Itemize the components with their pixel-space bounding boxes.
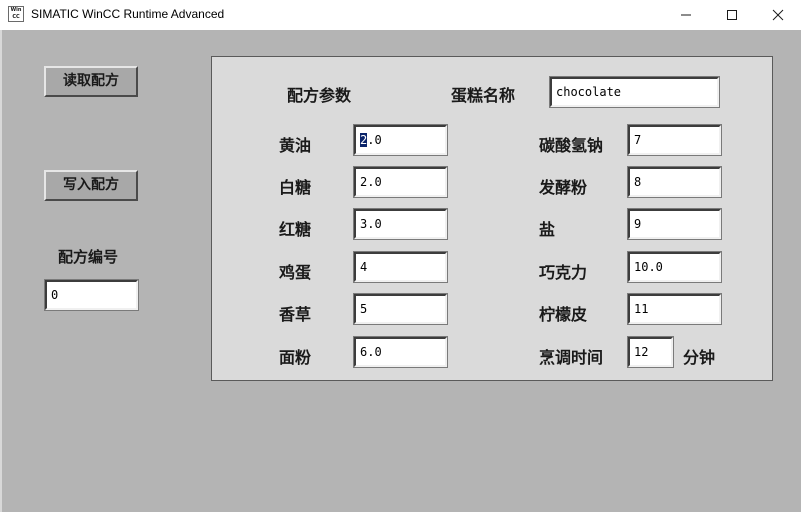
- param-label-chocolate: 巧克力: [539, 263, 588, 282]
- param-label-butter: 黄油: [279, 136, 312, 155]
- param-label-lemon-zest: 柠檬皮: [539, 305, 588, 324]
- title-bar[interactable]: Win CC SIMATIC WinCC Runtime Advanced: [0, 0, 801, 30]
- param-label-brown-sugar: 红糖: [279, 220, 312, 239]
- param-field-eggs[interactable]: 4: [353, 251, 448, 283]
- recipe-params-header: 配方参数: [287, 86, 352, 105]
- param-label-baking-powder: 发酵粉: [539, 178, 588, 197]
- minimize-icon: [681, 14, 691, 16]
- param-label-eggs: 鸡蛋: [279, 263, 312, 282]
- param-field-baking-soda[interactable]: 7: [627, 124, 722, 156]
- read-recipe-button[interactable]: 读取配方: [44, 66, 138, 97]
- param-label-baking-soda: 碳酸氢钠: [539, 136, 604, 155]
- maximize-icon: [727, 10, 737, 20]
- recipe-number-field[interactable]: 0: [44, 279, 139, 311]
- param-field-lemon-zest[interactable]: 11: [627, 293, 722, 325]
- cake-name-field[interactable]: chocolate: [549, 76, 720, 108]
- param-field-butter[interactable]: 2.0: [353, 124, 448, 156]
- param-field-chocolate[interactable]: 10.0: [627, 251, 722, 283]
- wincc-app-icon: Win CC: [8, 6, 24, 22]
- param-label-flour: 面粉: [279, 348, 312, 367]
- write-recipe-button[interactable]: 写入配方: [44, 170, 138, 201]
- close-icon: [772, 9, 784, 21]
- param-field-flour[interactable]: 6.0: [353, 336, 448, 368]
- param-label-white-sugar: 白糖: [279, 178, 312, 197]
- recipe-parameter-panel: 配方参数 蛋糕名称 chocolate 黄油 2.0 白糖 2.0 红糖 3.0…: [211, 56, 773, 381]
- window-title: SIMATIC WinCC Runtime Advanced: [31, 7, 225, 21]
- param-field-brown-sugar[interactable]: 3.0: [353, 208, 448, 240]
- param-label-vanilla: 香草: [279, 305, 312, 324]
- maximize-button[interactable]: [709, 0, 755, 30]
- runtime-screen: 读取配方 写入配方 配方编号 0 配方参数 蛋糕名称 chocolate 黄油 …: [0, 30, 801, 512]
- param-field-salt[interactable]: 9: [627, 208, 722, 240]
- param-field-baking-powder[interactable]: 8: [627, 166, 722, 198]
- time-unit-label: 分钟: [683, 348, 716, 367]
- window-left-edge: [0, 30, 2, 512]
- param-label-cooking-time: 烹调时间: [539, 348, 604, 367]
- param-label-salt: 盐: [539, 220, 556, 239]
- param-field-white-sugar[interactable]: 2.0: [353, 166, 448, 198]
- param-field-cooking-time[interactable]: 12: [627, 336, 674, 368]
- minimize-button[interactable]: [663, 0, 709, 30]
- close-button[interactable]: [755, 0, 801, 30]
- cake-name-label: 蛋糕名称: [451, 86, 516, 105]
- recipe-number-label: 配方编号: [58, 248, 119, 266]
- param-field-vanilla[interactable]: 5: [353, 293, 448, 325]
